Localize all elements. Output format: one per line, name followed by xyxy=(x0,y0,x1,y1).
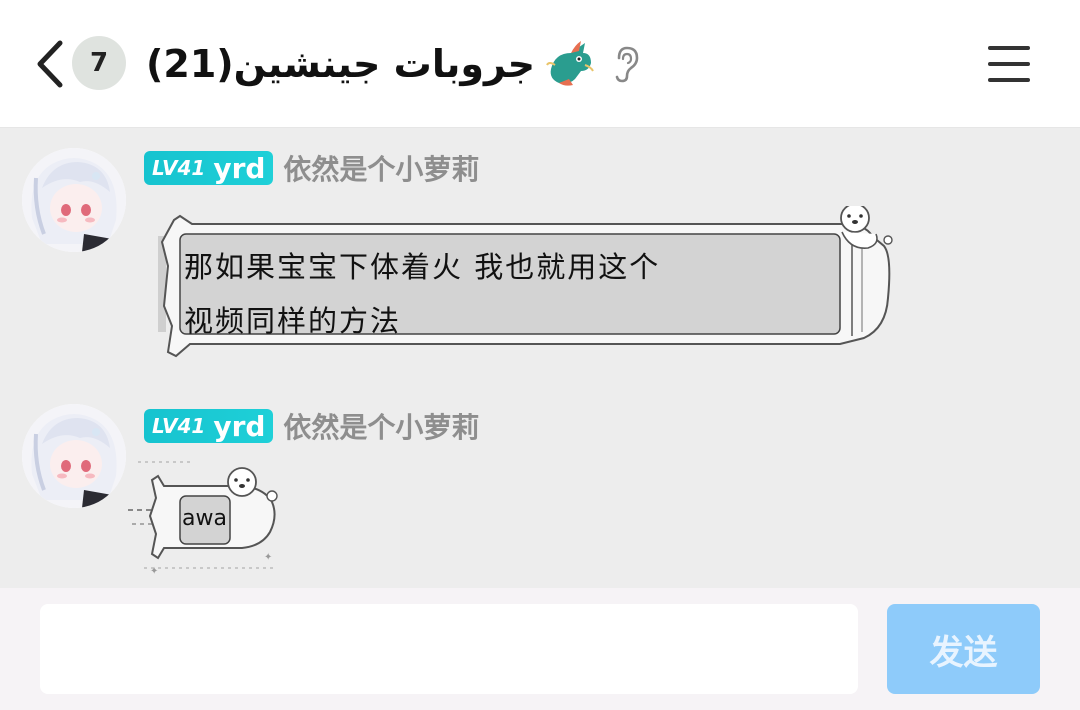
unread-count-badge[interactable]: 7 xyxy=(72,36,126,90)
avatar-image xyxy=(22,404,126,508)
level-number: LV41 xyxy=(152,414,206,438)
svg-text:✦: ✦ xyxy=(150,566,158,577)
message-bubble[interactable]: 那如果宝宝下体着火 我也就用这个 视频同样的方法 xyxy=(140,206,900,366)
message-text: awa xyxy=(182,506,227,531)
chat-title-group: جروبات جينشين(21) xyxy=(146,30,641,98)
avatar-image xyxy=(22,148,126,252)
sender-info: LV41 yrd 依然是个小萝莉 xyxy=(144,408,479,444)
message-list[interactable]: LV41 yrd 依然是个小萝莉 那如果宝宝下体着火 我也就用这个 视频同样的方… xyxy=(0,128,1080,588)
dragon-emoji-icon xyxy=(546,41,594,86)
level-title: yrd xyxy=(213,151,266,185)
level-badge: LV41 yrd xyxy=(144,151,274,185)
level-number: LV41 xyxy=(152,156,206,180)
sender-avatar[interactable] xyxy=(22,148,126,252)
message-composer: 发送 xyxy=(0,588,1080,710)
level-title: yrd xyxy=(213,409,266,443)
back-button[interactable] xyxy=(26,36,72,92)
chat-title: جروبات جينشين(21) xyxy=(146,42,536,86)
message-bubble[interactable]: ✦ ✦ awa xyxy=(124,450,284,580)
message-text-line: 那如果宝宝下体着火 我也就用这个 xyxy=(184,250,661,284)
message-text: 那如果宝宝下体着火 我也就用这个 视频同样的方法 xyxy=(184,240,844,348)
message-text-line: 视频同样的方法 xyxy=(184,304,402,338)
level-badge: LV41 yrd xyxy=(144,409,274,443)
menu-button[interactable] xyxy=(986,42,1032,86)
sender-name[interactable]: 依然是个小萝莉 xyxy=(283,406,479,446)
sender-name[interactable]: 依然是个小萝莉 xyxy=(283,148,479,188)
chevron-left-icon xyxy=(37,40,63,88)
svg-text:✦: ✦ xyxy=(264,552,272,563)
message-input[interactable] xyxy=(40,604,858,694)
sender-info: LV41 yrd 依然是个小萝莉 xyxy=(144,150,479,186)
sender-avatar[interactable] xyxy=(22,404,126,508)
hamburger-menu-icon xyxy=(988,46,1030,82)
ear-icon[interactable] xyxy=(611,44,641,84)
send-button[interactable]: 发送 xyxy=(887,604,1040,694)
chat-header: 7 جروبات جينشين(21) xyxy=(0,0,1080,128)
